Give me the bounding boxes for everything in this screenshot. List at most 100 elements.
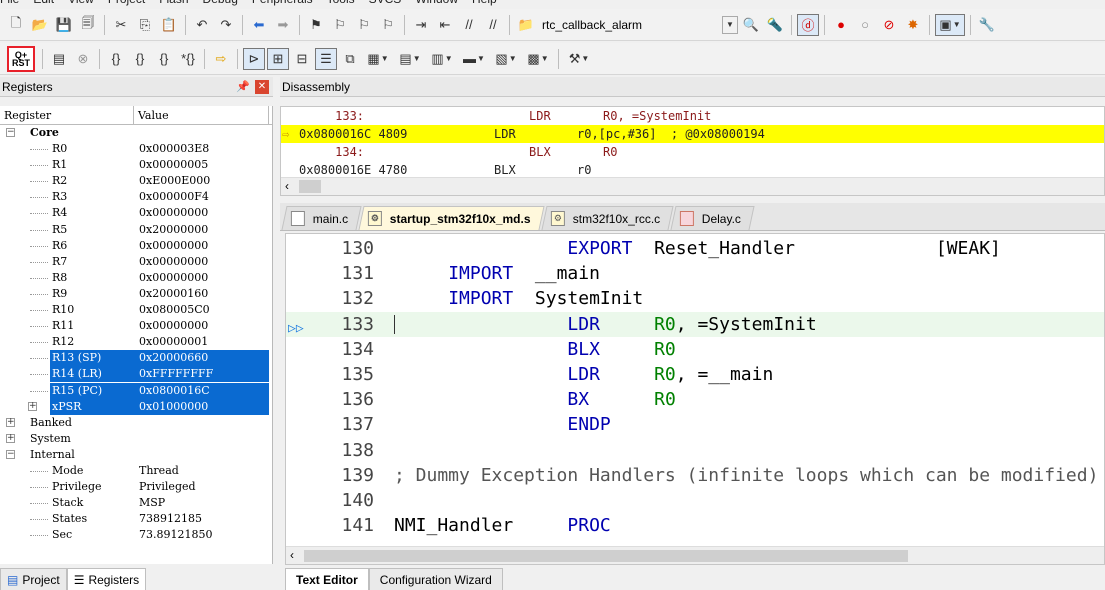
file-tab[interactable]: Delay.c	[670, 206, 756, 230]
debug-session-icon[interactable]: ⓓ	[797, 13, 819, 36]
file-tab[interactable]: main.c	[281, 206, 362, 230]
new-file-icon[interactable]: 🗋	[5, 14, 27, 36]
window-layout-icon[interactable]: ▣ ▼	[935, 13, 965, 36]
register-row[interactable]: R8 0x00000000	[0, 270, 272, 286]
open-file-icon[interactable]: 📂	[29, 14, 51, 36]
prev-bookmark-icon[interactable]: ⚐	[329, 14, 351, 36]
register-row[interactable]: R12 0x00000001	[0, 334, 272, 350]
register-row[interactable]: R3 0x000000F4	[0, 189, 272, 205]
redo-icon[interactable]: ↷	[215, 14, 237, 36]
code-editor[interactable]: 130 EXPORT Reset_Handler [WEAK] 131 IMPOR…	[285, 233, 1105, 565]
save-all-icon[interactable]: 🗐	[77, 14, 99, 36]
step-over-icon[interactable]: {}	[129, 48, 151, 70]
register-row[interactable]: R5 0x20000000	[0, 222, 272, 238]
register-row[interactable]: − Internal	[0, 447, 272, 463]
expander-icon[interactable]: +	[6, 433, 15, 443]
disassembly-window[interactable]: 133: LDR R0, =SystemInit ⇨ 0x0800016C 4809 LD…	[280, 106, 1105, 196]
register-row[interactable]: R2 0xE000E000	[0, 173, 272, 189]
menu-item[interactable]: File	[0, 0, 19, 6]
code-line[interactable]: 131 IMPORT __main	[286, 261, 1104, 286]
code-line[interactable]: 138	[286, 438, 1104, 463]
register-row[interactable]: R0 0x000003E8	[0, 141, 272, 157]
editor-hscrollbar[interactable]: ‹	[286, 546, 1104, 564]
register-row[interactable]: Sec 73.89121850	[0, 527, 272, 543]
configure-icon[interactable]: 🔧	[976, 14, 998, 36]
clear-bookmarks-icon[interactable]: ⚐	[377, 14, 399, 36]
insert-breakpoint-icon[interactable]: ●	[830, 14, 852, 36]
menu-item[interactable]: Debug	[203, 0, 238, 6]
register-row[interactable]: Mode Thread	[0, 463, 272, 479]
symbols-window-icon[interactable]: ⊟	[291, 48, 313, 70]
register-row[interactable]: − Core	[0, 125, 272, 141]
tab-text-editor[interactable]: Text Editor	[285, 568, 369, 590]
tab-registers[interactable]: ☰ Registers	[66, 568, 147, 590]
system-viewer-icon[interactable]: ▩ ▼	[523, 48, 553, 70]
file-tab[interactable]: ⚙ stm32f10x_rcc.c	[541, 206, 675, 230]
run-icon[interactable]: ▤	[48, 48, 70, 70]
comment-icon[interactable]: //	[458, 14, 480, 36]
disassembly-line[interactable]: 134: BLX R0	[281, 143, 1104, 161]
find-in-files-icon[interactable]: 📁	[515, 14, 537, 36]
code-line[interactable]: 140	[286, 488, 1104, 513]
register-row[interactable]: + Banked	[0, 415, 272, 431]
call-stack-window-icon[interactable]: ⧉	[339, 48, 361, 70]
code-line[interactable]: 139 ; Dummy Exception Handlers (infinite …	[286, 463, 1104, 488]
tab-configuration-wizard[interactable]: Configuration Wizard	[368, 568, 503, 590]
registers-window-icon[interactable]: ☰	[315, 47, 337, 70]
nav-forward-icon[interactable]: ➡	[272, 14, 294, 36]
scroll-left-icon[interactable]: ‹	[285, 179, 289, 193]
target-name-combo[interactable]: rtc_callback_alarm	[542, 14, 717, 36]
memory-window-icon[interactable]: ▤ ▼	[395, 48, 425, 70]
expander-icon[interactable]: +	[6, 417, 15, 427]
register-row[interactable]: R9 0x20000160	[0, 286, 272, 302]
register-row[interactable]: Privilege Privileged	[0, 479, 272, 495]
menu-item[interactable]: Tools	[327, 0, 355, 6]
paste-icon[interactable]: 📋	[158, 14, 180, 36]
menu-item[interactable]: Window	[415, 0, 458, 6]
serial-window-icon[interactable]: ▥ ▼	[427, 48, 457, 70]
disable-all-breakpoints-icon[interactable]: ⊘	[878, 14, 900, 36]
menu-item[interactable]: View	[68, 0, 94, 6]
watch-window-icon[interactable]: ▦ ▼	[363, 48, 393, 70]
register-row[interactable]: R1 0x00000005	[0, 157, 272, 173]
cut-icon[interactable]: ✂	[110, 14, 132, 36]
register-row[interactable]: + xPSR 0x01000000	[0, 398, 272, 415]
command-window-icon[interactable]: ⊳	[243, 47, 265, 70]
disassembly-line[interactable]: 133: LDR R0, =SystemInit	[281, 107, 1104, 125]
pin-icon[interactable]: 📌	[236, 80, 250, 93]
unindent-icon[interactable]: ⇤	[434, 14, 456, 36]
toolbox-icon[interactable]: ⚒ ▼	[564, 48, 594, 70]
disable-breakpoint-icon[interactable]: ○	[854, 14, 876, 36]
combo-dropdown-icon[interactable]: ▼	[722, 15, 738, 34]
code-line[interactable]: 133 LDR R0, =SystemInit ▷▷	[286, 311, 1104, 337]
register-row[interactable]: R14 (LR) 0xFFFFFFFF	[0, 366, 272, 383]
expander-icon[interactable]: +	[28, 401, 37, 411]
code-line[interactable]: 135 LDR R0, =__main	[286, 362, 1104, 387]
kill-all-breakpoints-icon[interactable]: ✸	[902, 14, 924, 36]
run-to-cursor-icon[interactable]: *{}	[177, 48, 199, 70]
code-line[interactable]: 137 ENDP	[286, 412, 1104, 437]
scroll-thumb[interactable]	[299, 180, 321, 193]
step-out-icon[interactable]: {}	[153, 48, 175, 70]
register-column-header[interactable]: Register	[0, 106, 134, 124]
stop-icon[interactable]: ⊗	[72, 48, 94, 70]
scroll-left-icon[interactable]: ‹	[290, 548, 294, 562]
show-next-statement-icon[interactable]: ⇨	[210, 48, 232, 70]
register-row[interactable]: R15 (PC) 0x0800016C	[0, 382, 272, 399]
trace-window-icon[interactable]: ▧ ▼	[491, 48, 521, 70]
menu-item[interactable]: Help	[472, 0, 497, 6]
code-line[interactable]: 136 BX R0	[286, 387, 1104, 412]
menu-item[interactable]: Peripherals	[252, 0, 313, 6]
code-line[interactable]: 130 EXPORT Reset_Handler [WEAK]	[286, 236, 1104, 261]
register-row[interactable]: R4 0x00000000	[0, 205, 272, 221]
register-row[interactable]: R11 0x00000000	[0, 318, 272, 334]
find-icon[interactable]: 🔍	[740, 14, 762, 36]
indent-icon[interactable]: ⇥	[410, 14, 432, 36]
tab-project[interactable]: ▤ Project	[0, 568, 67, 590]
scroll-thumb[interactable]	[304, 550, 908, 562]
register-row[interactable]: Stack MSP	[0, 495, 272, 511]
next-bookmark-icon[interactable]: ⚐	[353, 14, 375, 36]
register-row[interactable]: R7 0x00000000	[0, 254, 272, 270]
menu-item[interactable]: SVCS	[369, 0, 402, 6]
expander-icon[interactable]: −	[6, 128, 15, 137]
